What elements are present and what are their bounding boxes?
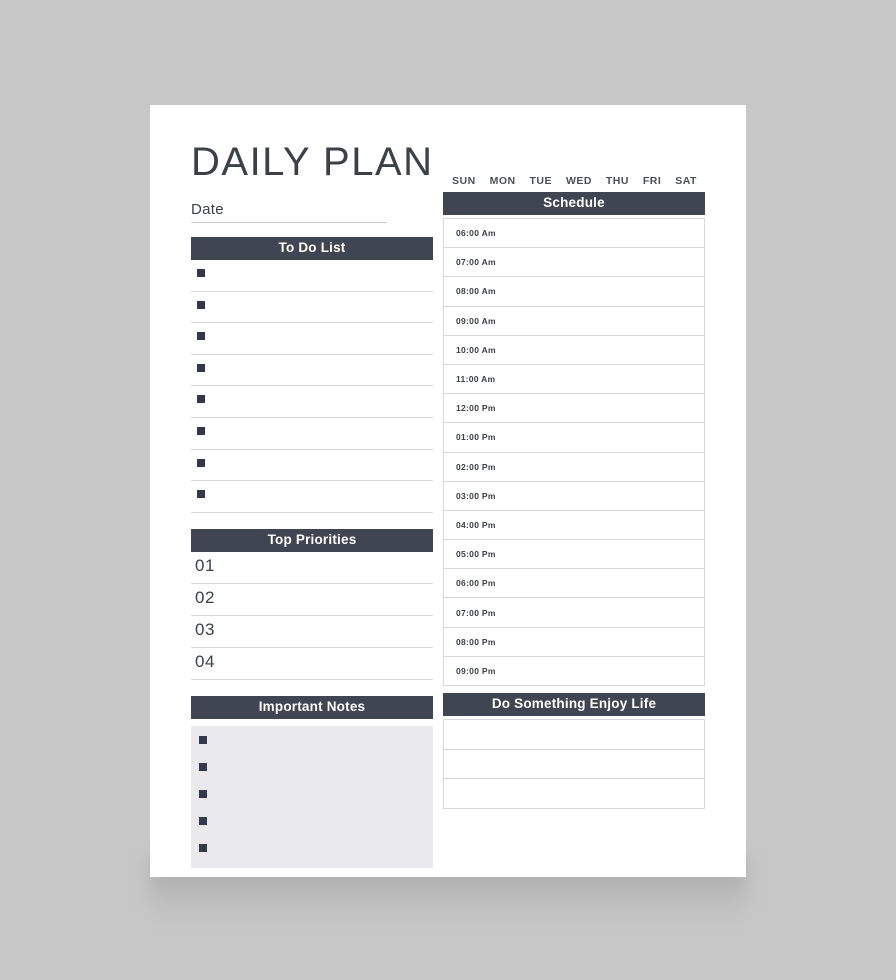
schedule-time-label: 05:00 Pm bbox=[456, 549, 496, 560]
weekday-label-fri[interactable]: FRI bbox=[643, 175, 661, 187]
schedule-row[interactable]: 05:00 Pm bbox=[444, 539, 704, 568]
schedule-row[interactable]: 11:00 Am bbox=[444, 363, 704, 393]
square-bullet-icon bbox=[197, 332, 205, 341]
todo-item-row[interactable] bbox=[191, 260, 433, 292]
schedule-heading: Schedule bbox=[443, 192, 705, 215]
square-bullet-icon bbox=[197, 426, 205, 435]
schedule-row[interactable]: 04:00 Pm bbox=[444, 509, 704, 539]
square-bullet-icon bbox=[199, 735, 207, 744]
weekday-label-wed[interactable]: WED bbox=[566, 175, 592, 187]
enjoy-life-row[interactable] bbox=[444, 778, 704, 808]
page-title: DAILY PLAN bbox=[191, 140, 434, 184]
schedule-list: 06:00 Am 07:00 Am 08:00 Am 09:00 Am 10:00 Am… bbox=[443, 218, 705, 686]
todo-item-row[interactable] bbox=[191, 355, 433, 387]
schedule-time-label: 12:00 Pm bbox=[456, 403, 496, 414]
weekday-label-sat[interactable]: SAT bbox=[675, 175, 697, 187]
schedule-time-label: 02:00 Pm bbox=[456, 461, 496, 472]
weekday-label-tue[interactable]: TUE bbox=[530, 175, 553, 187]
todo-item-row[interactable] bbox=[191, 386, 433, 418]
todo-item-row[interactable] bbox=[191, 418, 433, 450]
schedule-time-label: 07:00 Pm bbox=[456, 607, 496, 618]
schedule-row[interactable]: 03:00 Pm bbox=[444, 480, 704, 510]
todo-list-heading: To Do List bbox=[191, 237, 433, 260]
schedule-row[interactable]: 07:00 Pm bbox=[444, 597, 704, 626]
schedule-time-label: 07:00 Am bbox=[456, 257, 496, 268]
schedule-row[interactable]: 09:00 Am bbox=[444, 305, 704, 335]
schedule-time-label: 01:00 Pm bbox=[456, 432, 496, 443]
todo-item-row[interactable] bbox=[191, 450, 433, 482]
square-bullet-icon bbox=[197, 458, 205, 467]
square-bullet-icon bbox=[197, 269, 205, 277]
priority-row[interactable]: 02 bbox=[191, 584, 433, 616]
todo-item-row[interactable] bbox=[191, 481, 433, 513]
square-bullet-icon bbox=[199, 762, 207, 771]
square-bullet-icon bbox=[199, 816, 207, 825]
priority-row[interactable]: 04 bbox=[191, 648, 433, 680]
schedule-row[interactable]: 09:00 Pm bbox=[444, 655, 704, 685]
important-notes-box[interactable] bbox=[191, 725, 433, 868]
important-notes-heading: Important Notes bbox=[191, 695, 433, 719]
weekday-label-mon[interactable]: MON bbox=[490, 175, 516, 187]
weekday-label-thu[interactable]: THU bbox=[606, 175, 629, 187]
priority-number: 03 bbox=[195, 619, 215, 639]
schedule-row[interactable]: 07:00 Am bbox=[444, 247, 704, 276]
enjoy-life-row[interactable] bbox=[444, 748, 704, 779]
schedule-row[interactable]: 10:00 Am bbox=[444, 334, 704, 364]
schedule-row[interactable]: 12:00 Pm bbox=[444, 393, 704, 422]
schedule-row[interactable]: 08:00 Am bbox=[444, 276, 704, 305]
schedule-row[interactable]: 06:00 Am bbox=[444, 218, 704, 247]
todo-item-row[interactable] bbox=[191, 292, 433, 324]
square-bullet-icon bbox=[199, 843, 207, 852]
schedule-row[interactable]: 06:00 Pm bbox=[444, 568, 704, 597]
schedule-time-label: 03:00 Pm bbox=[456, 490, 496, 501]
square-bullet-icon bbox=[197, 395, 205, 404]
date-label: Date bbox=[191, 201, 224, 218]
schedule-time-label: 10:00 Am bbox=[456, 344, 496, 355]
weekday-label-sun[interactable]: SUN bbox=[452, 175, 476, 187]
schedule-time-label: 06:00 Am bbox=[456, 228, 496, 239]
schedule-time-label: 08:00 Am bbox=[456, 286, 496, 297]
priority-number: 04 bbox=[195, 651, 215, 671]
todo-list bbox=[191, 260, 433, 513]
priority-number: 02 bbox=[195, 587, 215, 607]
priority-row[interactable]: 03 bbox=[191, 616, 433, 648]
left-column: DAILY PLAN Date To Do List Top Prioritie… bbox=[191, 140, 433, 868]
square-bullet-icon bbox=[197, 490, 205, 499]
top-priorities-heading: Top Priorities bbox=[191, 528, 433, 552]
square-bullet-icon bbox=[197, 363, 205, 372]
priorities-list: 01 02 03 04 bbox=[191, 552, 433, 680]
weekday-selector: SUN MON TUE WED THU FRI SAT bbox=[443, 175, 705, 187]
priority-row[interactable]: 01 bbox=[191, 552, 433, 584]
priority-number: 01 bbox=[195, 555, 215, 575]
daily-plan-paper-sheet: DAILY PLAN Date To Do List Top Prioritie… bbox=[150, 105, 746, 877]
schedule-time-label: 06:00 Pm bbox=[456, 578, 496, 589]
square-bullet-icon bbox=[197, 300, 205, 309]
date-field[interactable]: Date bbox=[191, 201, 387, 223]
right-column: SUN MON TUE WED THU FRI SAT Schedule 06:00 Am 0… bbox=[443, 175, 705, 809]
schedule-row[interactable]: 01:00 Pm bbox=[444, 422, 704, 451]
schedule-time-label: 08:00 Pm bbox=[456, 636, 496, 647]
schedule-row[interactable]: 02:00 Pm bbox=[444, 451, 704, 481]
schedule-time-label: 11:00 Am bbox=[456, 374, 496, 385]
do-something-enjoy-life-list bbox=[443, 719, 705, 809]
do-something-enjoy-life-heading: Do Something Enjoy Life bbox=[443, 693, 705, 716]
schedule-time-label: 09:00 Pm bbox=[456, 665, 496, 676]
square-bullet-icon bbox=[199, 789, 207, 798]
schedule-row[interactable]: 08:00 Pm bbox=[444, 626, 704, 656]
schedule-time-label: 09:00 Am bbox=[456, 315, 496, 326]
todo-item-row[interactable] bbox=[191, 323, 433, 355]
schedule-time-label: 04:00 Pm bbox=[456, 519, 496, 530]
enjoy-life-row[interactable] bbox=[444, 719, 704, 749]
